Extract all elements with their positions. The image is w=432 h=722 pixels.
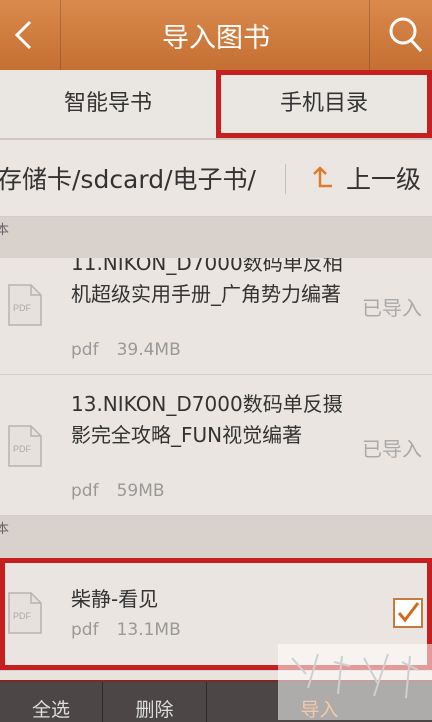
title-bar: 导入图书 xyxy=(0,0,432,70)
section-header: 本 xyxy=(0,516,432,558)
file-size: 59MB xyxy=(116,481,165,501)
search-icon xyxy=(389,17,423,53)
tab-smart-import[interactable]: 智能导书 xyxy=(0,70,217,138)
pdf-file-icon: PDF xyxy=(8,284,42,326)
file-meta: pdf 59MB xyxy=(71,481,165,501)
file-meta: pdf 13.1MB xyxy=(71,620,181,640)
pdf-file-icon: PDF xyxy=(8,592,42,634)
tab-phone-directory[interactable]: 手机目录 xyxy=(216,70,432,138)
current-path: 存储卡/sdcard/电子书/ xyxy=(0,165,256,194)
path-divider xyxy=(285,164,286,194)
section-header: 本 xyxy=(0,217,432,258)
path-bar: 存储卡/sdcard/电子书/ 上一级 xyxy=(0,140,432,217)
svg-text:PDF: PDF xyxy=(13,444,32,454)
file-type: pdf xyxy=(71,620,99,640)
select-checkbox[interactable] xyxy=(393,598,423,628)
up-arrow-icon[interactable] xyxy=(310,164,336,192)
delete-button[interactable]: 删除 xyxy=(103,682,207,722)
file-size: 13.1MB xyxy=(116,620,181,640)
import-status: 已导入 xyxy=(362,296,422,320)
search-button[interactable] xyxy=(369,0,432,70)
pdf-file-icon: PDF xyxy=(8,425,42,467)
parent-directory-button[interactable]: 上一级 xyxy=(346,160,421,196)
file-row[interactable]: PDF 11.NIKON_D7000数码单反相机超级实用手册_广角势力编著 pd… xyxy=(0,258,432,375)
select-all-button[interactable]: 全选 xyxy=(0,682,103,722)
file-meta: pdf 39.4MB xyxy=(71,340,181,360)
file-type: pdf xyxy=(71,481,99,501)
file-row[interactable]: PDF 13.NIKON_D7000数码单反摄影完全攻略_FUN视觉编著 pdf… xyxy=(0,375,432,516)
section-label: 本 xyxy=(0,223,10,238)
section-label: 本 xyxy=(0,522,10,537)
svg-text:PDF: PDF xyxy=(13,303,32,313)
tab-bar: 智能导书 手机目录 xyxy=(0,70,432,140)
file-name: 13.NIKON_D7000数码单反摄影完全攻略_FUN视觉编著 xyxy=(71,392,343,447)
file-name: 11.NIKON_D7000数码单反相机超级实用手册_广角势力编著 xyxy=(71,258,343,306)
file-name: 柴静-看见 xyxy=(71,587,159,611)
watermark-logo xyxy=(278,644,432,720)
file-type: pdf xyxy=(71,340,99,360)
page-title: 导入图书 xyxy=(162,23,270,54)
svg-text:PDF: PDF xyxy=(13,611,32,621)
checkmark-icon xyxy=(397,602,420,623)
file-size: 39.4MB xyxy=(116,340,181,360)
import-status: 已导入 xyxy=(362,437,422,461)
